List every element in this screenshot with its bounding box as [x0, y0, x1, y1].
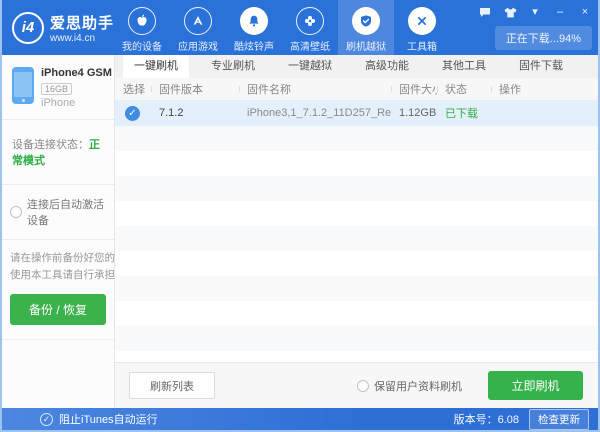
firmware-row-selected[interactable]: ✓ 7.1.2 iPhone3,1_7.1.2_11D257_Restore (…	[115, 100, 598, 126]
version-label: 版本号：6.08	[453, 414, 519, 426]
check-update-button[interactable]: 检查更新	[529, 408, 589, 430]
iphone-icon	[12, 67, 34, 104]
nav-item-toolbox[interactable]: 工具箱	[394, 0, 450, 55]
col-action: 操作	[491, 81, 598, 97]
tab-one-click-jailbreak[interactable]: 一键越狱	[277, 55, 343, 78]
main-panel: 一键刷机 专业刷机 一键越狱 高级功能 其他工具 固件下载 选择 固件版本 固件…	[115, 55, 598, 408]
app-window: i4 爱思助手 www.i4.cn 我的设备 应用游戏 酷炫铃声 高清壁纸 刷机…	[0, 0, 600, 432]
nav-item-apps-games[interactable]: 应用游戏	[170, 0, 226, 55]
download-progress-button[interactable]: 正在下载...94%	[494, 26, 592, 50]
keep-user-data-radio[interactable]	[357, 379, 369, 392]
auto-activate-option[interactable]: 连接后自动激活设备	[2, 185, 114, 240]
refresh-list-button[interactable]: 刷新列表	[129, 372, 215, 399]
col-status: 状态	[437, 81, 491, 97]
titlebar: i4 爱思助手 www.i4.cn 我的设备 应用游戏 酷炫铃声 高清壁纸 刷机…	[2, 0, 598, 55]
action-bar: 刷新列表 保留用户资料刷机 立即刷机	[115, 362, 598, 408]
nav-item-ringtones[interactable]: 酷炫铃声	[226, 0, 282, 55]
firmware-table-header: 选择 固件版本 固件名称 固件大小 状态 操作	[115, 78, 598, 100]
keep-user-data-option[interactable]: 保留用户资料刷机	[357, 378, 462, 394]
close-icon[interactable]: ×	[578, 6, 592, 18]
block-itunes-toggle[interactable]: ✓ 阻止iTunes自动运行	[2, 411, 158, 427]
tab-other-tools[interactable]: 其他工具	[431, 55, 497, 78]
col-size: 固件大小	[391, 81, 437, 97]
wallpaper-flower-icon	[296, 7, 324, 35]
nav-item-wallpapers[interactable]: 高清壁纸	[282, 0, 338, 55]
nav-label: 高清壁纸	[290, 42, 330, 53]
brand: i4 爱思助手 www.i4.cn	[2, 0, 114, 55]
tools-icon	[408, 7, 436, 35]
tab-pro-flash[interactable]: 专业刷机	[200, 55, 266, 78]
app-url: www.i4.cn	[50, 32, 96, 44]
flash-now-button[interactable]: 立即刷机	[488, 371, 583, 400]
row-version: 7.1.2	[159, 107, 184, 119]
feedback-bubble-icon[interactable]	[478, 6, 492, 18]
jailbreak-shield-icon	[352, 7, 380, 35]
row-status-downloaded: 已下载	[445, 108, 478, 120]
device-sidebar: iPhone4 GSM 16GB iPhone 设备连接状态：正常模式 连接后自…	[2, 55, 136, 408]
auto-activate-radio[interactable]	[10, 206, 22, 218]
minimize-icon[interactable]: –	[553, 6, 567, 18]
tab-firmware-download[interactable]: 固件下载	[508, 55, 574, 78]
keep-user-data-label: 保留用户资料刷机	[374, 380, 462, 393]
row-size: 1.12GB	[399, 107, 437, 119]
main-nav: 我的设备 应用游戏 酷炫铃声 高清壁纸 刷机越狱 工具箱	[114, 0, 450, 55]
menu-arrow-icon[interactable]: ▾	[528, 6, 542, 18]
warning-text-line2: 使用本工具请自行承担风险	[10, 269, 136, 281]
connection-label: 设备连接状态：	[12, 139, 89, 151]
empty-table-rows	[115, 126, 598, 362]
nav-label: 工具箱	[407, 42, 437, 53]
check-circle-icon: ✓	[40, 412, 53, 426]
tab-advanced[interactable]: 高级功能	[354, 55, 420, 78]
statusbar: ✓ 阻止iTunes自动运行 版本号：6.08 检查更新	[2, 408, 598, 430]
nav-item-flash-jailbreak[interactable]: 刷机越狱	[338, 0, 394, 55]
window-controls: ▾ – ×	[478, 6, 592, 18]
app-title: 爱思助手	[50, 14, 115, 32]
nav-item-my-devices[interactable]: 我的设备	[114, 0, 170, 55]
device-model: iPhone	[41, 97, 76, 109]
connection-status: 设备连接状态：正常模式	[2, 120, 114, 185]
bell-icon	[240, 7, 268, 35]
backup-panel: 请在操作前备份好您的数据 使用本工具请自行承担风险 备份 / 恢复	[2, 240, 136, 340]
block-itunes-label: 阻止iTunes自动运行	[59, 414, 158, 426]
warning-text-line1: 请在操作前备份好您的数据	[10, 252, 136, 264]
tab-one-click-flash[interactable]: 一键刷机	[123, 55, 189, 78]
skin-shirt-icon[interactable]	[503, 6, 517, 18]
nav-label: 应用游戏	[178, 42, 218, 53]
col-select: 选择	[123, 84, 145, 96]
device-name: iPhone4 GSM	[41, 67, 112, 79]
backup-restore-button[interactable]: 备份 / 恢复	[10, 294, 106, 325]
tabbar: 一键刷机 专业刷机 一键越狱 高级功能 其他工具 固件下载	[115, 55, 598, 78]
i4-logo-icon: i4	[12, 11, 44, 44]
device-capacity-badge: 16GB	[41, 83, 73, 95]
nav-label: 酷炫铃声	[234, 42, 274, 53]
appstore-icon	[184, 7, 212, 35]
device-info-panel: iPhone4 GSM 16GB iPhone	[2, 55, 114, 120]
col-name: 固件名称	[239, 81, 391, 97]
row-checked-icon[interactable]: ✓	[125, 105, 140, 121]
auto-activate-label: 连接后自动激活设备	[27, 199, 104, 227]
nav-label: 我的设备	[122, 42, 162, 53]
col-version: 固件版本	[151, 81, 239, 97]
nav-label: 刷机越狱	[346, 42, 386, 53]
row-firmware-name: iPhone3,1_7.1.2_11D257_Restore (1).ipsw	[247, 107, 391, 119]
apple-icon	[128, 7, 156, 35]
